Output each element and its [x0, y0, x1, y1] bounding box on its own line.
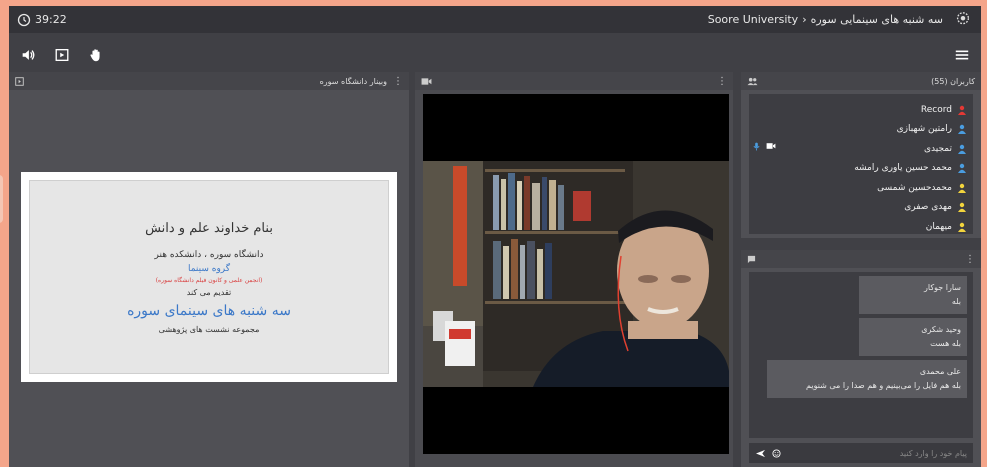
- user-item[interactable]: Record: [755, 100, 967, 120]
- presentation-options-icon[interactable]: ⋮: [393, 76, 403, 87]
- user-icon: [958, 203, 966, 213]
- user-item[interactable]: رامتین شهبازی: [755, 120, 967, 140]
- webcam-feed: [423, 161, 729, 387]
- video-stream: [423, 94, 729, 454]
- presentation-panel: وبینار دانشگاه سوره ⋮ بنام خداوند علم و …: [9, 72, 409, 467]
- breadcrumb-separator: ›: [802, 13, 807, 26]
- university-name: Soore University: [707, 13, 799, 26]
- user-name: رامتین شهبازی: [896, 124, 952, 135]
- user-item[interactable]: میهمان: [755, 217, 967, 237]
- app-window: 39:22 Soore University › سه شنبه های سین…: [9, 6, 981, 467]
- hamburger-menu-icon[interactable]: [953, 46, 971, 64]
- user-name: میهمان: [925, 221, 952, 232]
- toolbar: [9, 40, 981, 70]
- chat-options-icon[interactable]: ⋮: [965, 254, 975, 265]
- user-icon: [958, 105, 966, 115]
- video-panel: ⋮: [415, 72, 733, 467]
- chat-input-placeholder: پیام خود را وارد کنید: [899, 448, 967, 458]
- slide-group: گروه سینما: [187, 263, 231, 274]
- user-item[interactable]: محمدحسین شمسی: [755, 178, 967, 198]
- chat-message: وحید شکری بله هست: [859, 318, 967, 356]
- slide-heading: بنام خداوند علم و دانش: [145, 220, 273, 236]
- breadcrumb: Soore University › سه شنبه های سینمایی س…: [708, 13, 943, 26]
- user-icon: [958, 222, 966, 232]
- send-icon[interactable]: [755, 449, 766, 458]
- camera-on-icon: [766, 143, 776, 149]
- users-list: Record رامتین شهبازی تمجیدی محمد حسین یا…: [749, 94, 973, 234]
- user-item[interactable]: مهدی صفری: [755, 198, 967, 218]
- chat-text: بله: [951, 297, 961, 306]
- slide-subtitle: مجموعه نشست های پژوهشی: [158, 324, 260, 334]
- university-logo: [953, 10, 973, 30]
- presentation-icon: [15, 76, 24, 86]
- user-name: محمد حسین یاوری رامشه: [854, 163, 952, 174]
- microphone-icon: [753, 142, 760, 151]
- chat-text: بله هست: [930, 339, 961, 348]
- session-clock: 39:22: [17, 13, 67, 27]
- users-panel: کاربران (55) Record رامتین شهبازی تمجیدی…: [741, 72, 981, 238]
- speaker-icon[interactable]: [19, 46, 37, 64]
- chat-sender: سارا جوکار: [924, 283, 961, 292]
- video-panel-header: ⋮: [415, 72, 733, 90]
- webcam-image: [423, 161, 729, 387]
- presentation-slide: بنام خداوند علم و دانش دانشگاه سوره ، دا…: [21, 172, 397, 382]
- user-name: Record: [920, 104, 952, 115]
- chat-input-bar[interactable]: پیام خود را وارد کنید: [749, 443, 973, 463]
- user-icon: [958, 164, 966, 174]
- chat-text: بله هم فایل را می‌بینیم و هم صدا را می ش…: [806, 381, 961, 390]
- emoji-icon[interactable]: [772, 448, 781, 458]
- chat-messages: سارا جوکار بله وحید شکری بله هست علی محم…: [749, 272, 973, 438]
- chat-panel: ⋮ سارا جوکار بله وحید شکری بله هست علی م…: [741, 250, 981, 467]
- slide-presents: تقدیم می کند: [186, 287, 232, 297]
- users-icon: [747, 77, 758, 85]
- users-panel-header: کاربران (55): [741, 72, 981, 90]
- chat-panel-header: ⋮: [741, 250, 981, 268]
- slide-series-title: سه شنبه های سینمای سوره: [127, 302, 291, 319]
- chat-sender: علی محمدی: [919, 367, 961, 376]
- chat-message: علی محمدی بله هم فایل را می‌بینیم و هم ص…: [767, 360, 967, 398]
- user-item[interactable]: تمجیدی: [755, 139, 967, 159]
- session-time: 39:22: [35, 13, 67, 26]
- session-title: سه شنبه های سینمایی سوره: [810, 13, 943, 26]
- share-screen-icon[interactable]: [53, 46, 71, 64]
- user-name: محمدحسین شمسی: [877, 182, 952, 193]
- slide-association: (انجمن علمی و کانون فیلم دانشگاه سوره): [155, 276, 263, 284]
- video-camera-icon: [421, 77, 432, 85]
- raise-hand-icon[interactable]: [87, 46, 105, 64]
- top-bar: 39:22 Soore University › سه شنبه های سین…: [9, 6, 981, 33]
- presentation-panel-header: وبینار دانشگاه سوره ⋮: [9, 72, 409, 90]
- slide-faculty: دانشگاه سوره ، دانشکده هنر: [154, 249, 264, 260]
- user-name: مهدی صفری: [904, 202, 952, 213]
- user-item[interactable]: محمد حسین یاوری رامشه: [755, 159, 967, 179]
- side-panel-handle[interactable]: [0, 175, 3, 223]
- user-name: تمجیدی: [923, 143, 952, 154]
- chat-sender: وحید شکری: [921, 325, 961, 334]
- clock-icon: [17, 13, 31, 26]
- logo-icon: [956, 11, 970, 24]
- user-icon: [958, 125, 966, 135]
- chat-message: سارا جوکار بله: [859, 276, 967, 314]
- video-options-icon[interactable]: ⋮: [717, 76, 727, 87]
- presenter-media-status: [753, 142, 776, 151]
- slide-content: بنام خداوند علم و دانش دانشگاه سوره ، دا…: [29, 180, 389, 374]
- presentation-title: وبینار دانشگاه سوره: [319, 76, 387, 86]
- user-icon: [958, 183, 966, 193]
- user-icon: [958, 144, 966, 154]
- users-count: کاربران (55): [931, 76, 975, 86]
- chat-icon: [747, 255, 756, 263]
